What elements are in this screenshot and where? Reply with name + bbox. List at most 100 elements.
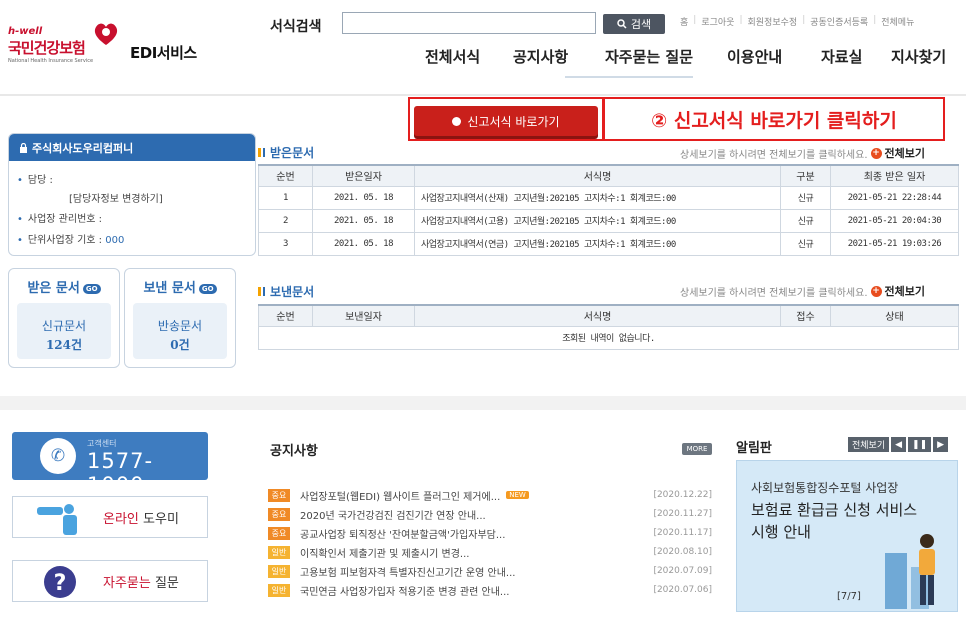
- cell-form-name[interactable]: 사업장고지내역서(고용) 고지년월:202105 고지차수:1 회계코드:00: [414, 208, 781, 233]
- online-helper-button[interactable]: 온라인 도우미: [12, 496, 208, 538]
- table-row[interactable]: 1 2021. 05. 18 사업장고지내역서(산재) 고지년월:202105 …: [258, 185, 959, 210]
- notice-date: [2020.08.10]: [653, 547, 712, 557]
- logo-heart-icon: [94, 23, 118, 45]
- search-input[interactable]: [342, 12, 596, 34]
- svg-text:?: ?: [54, 571, 67, 596]
- cell-last-date: 2021-05-21 22:28:44: [830, 185, 959, 210]
- nav-branch-finder[interactable]: 지사찾기: [891, 46, 946, 67]
- call-center-banner[interactable]: ✆ 고객센터 1577-1000: [12, 432, 208, 497]
- col-header: 서식명: [414, 164, 781, 187]
- cell-date: 2021. 05. 18: [312, 231, 415, 256]
- cell-type: 신규: [780, 231, 831, 256]
- notice-badge: 일반: [268, 564, 290, 578]
- nhis-logo[interactable]: h-well 국민건강보험 National Health Insurance …: [8, 18, 228, 68]
- col-header: 구분: [780, 164, 831, 187]
- col-header: 순번: [258, 164, 313, 187]
- manager-label: 담당 :: [27, 175, 53, 186]
- notice-more-button[interactable]: MORE: [682, 443, 712, 455]
- received-docs-box[interactable]: 받은 문서 GO 신규문서 124건: [8, 268, 120, 368]
- table-row[interactable]: 3 2021. 05. 18 사업장고지내역서(연금) 고지년월:202105 …: [258, 231, 959, 256]
- sent-title: 보낸문서: [270, 285, 315, 299]
- alert-controls: 전체보기 ◀ ❚❚ ▶: [848, 437, 949, 452]
- notice-title: 공지사항: [270, 444, 318, 459]
- annotation-box: ② 신고서식 바로가기 클릭하기: [603, 97, 945, 141]
- sent-docs-title: 보낸 문서 GO: [125, 277, 235, 296]
- util-logout-link[interactable]: 로그아웃: [701, 15, 734, 28]
- logo-name-text: 국민건강보험: [8, 39, 86, 57]
- nav-faq[interactable]: 자주묻는 질문: [605, 46, 727, 67]
- unit-row: • 단위사업장 기호 : 000: [17, 235, 125, 246]
- notice-item[interactable]: 일반 고용보험 피보험자격 특별자진신고기간 운영 안내... [2020.07.0…: [268, 563, 718, 579]
- util-all-menu-link[interactable]: 전체메뉴: [881, 15, 914, 28]
- manager-change-link[interactable]: [담당자정보 변경하기]: [69, 190, 163, 205]
- sent-title-text: 보낸 문서: [143, 281, 196, 296]
- sent-docs-inner: 반송문서 0건: [133, 303, 227, 359]
- service-name: EDI서비스: [130, 44, 197, 62]
- notice-item[interactable]: 일반 국민연금 사업장가입자 적용기준 변경 관련 안내... [2020.07.0…: [268, 582, 718, 598]
- alert-board-title: 알림판: [736, 441, 772, 456]
- notice-date: [2020.11.27]: [653, 509, 712, 519]
- unit-value: 000: [105, 235, 125, 246]
- faq-button[interactable]: ? 자주묻는 질문: [12, 560, 208, 602]
- util-home-link[interactable]: 홈: [680, 15, 688, 28]
- lock-icon: [20, 142, 27, 153]
- biz-no-row: • 사업장 관리번호 :: [17, 214, 103, 225]
- notice-item[interactable]: 일반 이직확인서 제출기관 및 제출시기 변경... [2020.08.10]: [268, 544, 718, 560]
- unit-label: 단위사업장 기호 :: [27, 235, 103, 246]
- nav-notice[interactable]: 공지사항: [513, 46, 605, 67]
- manager-row: • 담당 :: [17, 175, 53, 186]
- received-title: 받은문서: [270, 146, 315, 160]
- next-icon[interactable]: ▶: [933, 437, 949, 452]
- sent-view-all-label: 전체보기: [884, 285, 925, 298]
- sent-view-all[interactable]: 상세보기를 하시려면 전체보기를 클릭하세요. + 전체보기: [680, 283, 925, 299]
- cell-form-name[interactable]: 사업장고지내역서(연금) 고지년월:202105 고지차수:1 회계코드:00: [414, 231, 781, 256]
- cell-last-date: 2021-05-21 19:03:26: [830, 231, 959, 256]
- sent-docs-box[interactable]: 보낸 문서 GO 반송문서 0건: [124, 268, 236, 368]
- notice-badge: 중요: [268, 488, 290, 502]
- notice-badge: 일반: [268, 545, 290, 559]
- notice-text[interactable]: 국민연금 사업장가입자 적용기준 변경 관련 안내...: [300, 583, 509, 598]
- phone-icon: ✆: [40, 438, 76, 474]
- col-header: 순번: [258, 304, 313, 327]
- received-view-all-label: 전체보기: [884, 147, 925, 160]
- notice-item[interactable]: 중요 사업장포털(웹EDI) 웹사이트 플러그인 제거에... NEW [2020.1…: [268, 487, 718, 503]
- section-marker-icon: [258, 148, 265, 157]
- nav-guide[interactable]: 이용안내: [727, 46, 821, 67]
- alert-line3: 시행 안내: [751, 523, 811, 541]
- call-center-label: 고객센터: [87, 439, 117, 448]
- notice-item[interactable]: 중요 공교사업장 퇴직정산 '잔여분할금액'가입자부담... [2020.11.17…: [268, 525, 718, 541]
- notice-text[interactable]: 사업장포털(웹EDI) 웹사이트 플러그인 제거에...: [300, 488, 500, 503]
- returned-docs-count: 0건: [170, 338, 190, 352]
- received-view-all[interactable]: 상세보기를 하시려면 전체보기를 클릭하세요. + 전체보기: [680, 145, 925, 161]
- notice-text[interactable]: 2020년 국가건강검진 검진기간 연장 안내...: [300, 507, 486, 522]
- col-header: 접수: [780, 304, 831, 327]
- notice-item[interactable]: 중요 2020년 국가건강검진 검진기간 연장 안내... [2020.11.27]: [268, 506, 718, 522]
- search-button[interactable]: 검색: [603, 14, 665, 34]
- biz-no-label: 사업장 관리번호 :: [27, 214, 103, 225]
- alert-banner[interactable]: 사회보험통합징수포털 사업장 보험료 환급금 신청 서비스 시행 안내 [7/7…: [736, 460, 958, 612]
- util-cert-register-link[interactable]: 공동인증서등록: [810, 15, 868, 28]
- alert-line1: 사회보험통합징수포털 사업장: [751, 481, 899, 495]
- sent-section-title: 보낸문서: [258, 283, 314, 300]
- go-icon: GO: [198, 283, 217, 294]
- table-row[interactable]: 2 2021. 05. 18 사업장고지내역서(고용) 고지년월:202105 …: [258, 208, 959, 233]
- prev-icon[interactable]: ◀: [891, 437, 907, 452]
- nav-library[interactable]: 자료실: [821, 46, 891, 67]
- notice-badge: 중요: [268, 526, 290, 540]
- received-table: 순번 받은일자 서식명 구분 최종 받은 일자 1 2021. 05. 18 사…: [258, 164, 959, 256]
- notice-text[interactable]: 공교사업장 퇴직정산 '잔여분할금액'가입자부담...: [300, 526, 505, 541]
- company-name: 주식회사도우리컴퍼니: [32, 141, 134, 155]
- cell-no: 3: [258, 231, 313, 256]
- returned-docs-label: 반송문서: [157, 319, 203, 333]
- report-form-shortcut-button[interactable]: 신고서식 바로가기: [414, 106, 598, 136]
- notice-text[interactable]: 이직확인서 제출기관 및 제출시기 변경...: [300, 545, 469, 560]
- util-member-edit-link[interactable]: 회원정보수정: [748, 15, 798, 28]
- online-helper-label: 온라인 도우미: [103, 508, 179, 527]
- notice-text[interactable]: 고용보험 피보험자격 특별자진신고기간 운영 안내...: [300, 564, 515, 579]
- header-divider: [0, 94, 966, 96]
- pause-icon[interactable]: ❚❚: [908, 437, 932, 452]
- alert-view-all-button[interactable]: 전체보기: [848, 437, 890, 452]
- cell-form-name[interactable]: 사업장고지내역서(산재) 고지년월:202105 고지차수:1 회계코드:00: [414, 185, 781, 210]
- received-title-text: 받은 문서: [27, 281, 80, 296]
- nav-all-forms[interactable]: 전체서식: [425, 46, 513, 67]
